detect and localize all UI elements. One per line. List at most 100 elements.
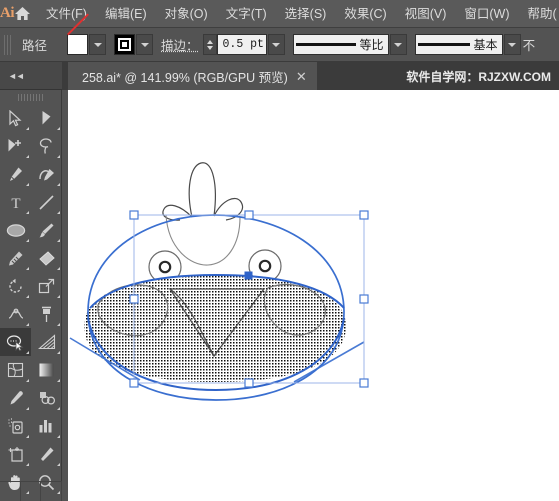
- symbol-sprayer-tool[interactable]: [0, 412, 31, 440]
- paintbrush-tool[interactable]: [31, 216, 62, 244]
- variable-width-dropdown-button[interactable]: [389, 34, 407, 55]
- menu-effect[interactable]: 效果(C): [335, 0, 395, 28]
- tool-flyout-indicator: [26, 239, 29, 242]
- selected-object-type: 路径: [22, 39, 48, 53]
- svg-text:T: T: [11, 196, 20, 211]
- line-segment-tool[interactable]: [31, 188, 62, 216]
- shape-builder-tool[interactable]: [0, 328, 31, 356]
- control-bar-grip[interactable]: [3, 34, 12, 55]
- direct-selection-tool[interactable]: [31, 104, 62, 132]
- document-tab-bar: ◄◄ 258.ai* @ 141.99% (RGB/GPU 预览) ✕ 软件自学…: [0, 62, 559, 90]
- pen-tool[interactable]: [0, 160, 31, 188]
- stroke-dropdown-button[interactable]: [136, 34, 154, 55]
- perspective-grid-tool[interactable]: [31, 328, 62, 356]
- tool-flyout-indicator: [57, 183, 60, 186]
- menu-view[interactable]: 视图(V): [396, 0, 456, 28]
- shaper-tool[interactable]: [0, 244, 31, 272]
- tool-flyout-indicator: [26, 267, 29, 270]
- variable-width-profile-select[interactable]: 等比: [292, 34, 389, 55]
- handle-middle-left[interactable]: [129, 294, 139, 304]
- handle-bottom-right[interactable]: [359, 378, 369, 388]
- menu-help[interactable]: 帮助(: [519, 0, 559, 28]
- column-graph-tool[interactable]: [31, 412, 62, 440]
- artwork-vector: [69, 162, 369, 401]
- ellipse-tool[interactable]: [0, 216, 31, 244]
- chevron-down-icon: [93, 42, 102, 47]
- menu-object[interactable]: 对象(O): [156, 0, 217, 28]
- left-pupil: [158, 260, 172, 274]
- menu-type[interactable]: 文字(T): [217, 0, 276, 28]
- tool-flyout-indicator: [57, 267, 60, 270]
- stroke-color-swatch[interactable]: [114, 34, 136, 55]
- double-chevron-left-icon: ◄◄: [8, 70, 25, 81]
- tools-panel: T: [0, 90, 63, 501]
- stepper-down-icon: [206, 45, 213, 50]
- scale-tool[interactable]: [31, 272, 62, 300]
- mesh-tool[interactable]: [0, 356, 31, 384]
- curvature-tool[interactable]: [31, 160, 62, 188]
- handle-bottom-center[interactable]: [244, 378, 254, 388]
- color-button[interactable]: [0, 482, 21, 501]
- tool-flyout-indicator: [26, 183, 29, 186]
- artboard-canvas[interactable]: [68, 90, 559, 501]
- anchor-point-selected[interactable]: [244, 271, 253, 280]
- gradient-button[interactable]: [21, 482, 42, 501]
- menu-edit[interactable]: 编辑(E): [96, 0, 156, 28]
- right-pupil: [258, 259, 272, 273]
- tool-flyout-indicator: [57, 211, 60, 214]
- stroke-weight-input[interactable]: 0.5 pt: [216, 34, 267, 55]
- tool-flyout-indicator: [26, 407, 29, 410]
- fill-dropdown-button[interactable]: [89, 34, 107, 55]
- close-icon[interactable]: ✕: [296, 70, 307, 83]
- toolbar-collapse-button[interactable]: ◄◄: [0, 62, 62, 90]
- menu-select[interactable]: 选择(S): [276, 0, 336, 28]
- handle-top-right[interactable]: [359, 210, 369, 220]
- chevron-down-icon: [272, 42, 281, 47]
- brush-dropdown-button[interactable]: [503, 34, 521, 55]
- brush-preview-icon: [417, 43, 470, 46]
- variable-width-profile-label: 等比: [359, 38, 384, 52]
- top-tuft-leaf: [188, 162, 216, 218]
- menu-window[interactable]: 窗口(W): [455, 0, 518, 28]
- lasso-tool[interactable]: [31, 132, 62, 160]
- chevron-down-icon: [508, 42, 517, 47]
- document-tab-title: 258.ai* @ 141.99% (RGB/GPU 预览): [82, 70, 288, 85]
- color-mode-buttons: [0, 481, 63, 501]
- chevron-down-icon: [394, 42, 403, 47]
- tool-flyout-indicator: [26, 295, 29, 298]
- handle-middle-right[interactable]: [359, 294, 369, 304]
- tool-flyout-indicator: [57, 127, 60, 130]
- magic-wand-tool[interactable]: [0, 132, 31, 160]
- handle-top-left[interactable]: [129, 210, 139, 220]
- control-bar: 路径 描边： 0.5 pt 等比 基本 不: [0, 28, 559, 62]
- handle-top-center[interactable]: [244, 210, 254, 220]
- tool-flyout-indicator: [26, 351, 29, 354]
- brush-definition-select[interactable]: 基本: [414, 34, 503, 55]
- tool-flyout-indicator: [57, 155, 60, 158]
- tool-flyout-indicator: [26, 211, 29, 214]
- stroke-weight-dropdown-button[interactable]: [267, 34, 285, 55]
- free-transform-tool[interactable]: [31, 300, 62, 328]
- control-bar-overflow-label: 不: [522, 39, 536, 53]
- none-button[interactable]: [41, 482, 63, 501]
- document-tab[interactable]: 258.ai* @ 141.99% (RGB/GPU 预览) ✕: [68, 62, 318, 90]
- eraser-tool[interactable]: [31, 244, 62, 272]
- slice-tool[interactable]: [31, 440, 62, 468]
- tool-flyout-indicator: [57, 407, 60, 410]
- tools-grid: T: [0, 104, 62, 496]
- eyedropper-tool[interactable]: [0, 384, 31, 412]
- width-tool[interactable]: [0, 300, 31, 328]
- home-icon[interactable]: [14, 0, 31, 28]
- stroke-weight-stepper[interactable]: [202, 34, 217, 55]
- fill-color-swatch[interactable]: [67, 34, 89, 55]
- rotate-tool[interactable]: [0, 272, 31, 300]
- handle-bottom-left[interactable]: [129, 378, 139, 388]
- blend-tool[interactable]: [31, 384, 62, 412]
- selection-tool[interactable]: [0, 104, 31, 132]
- gradient-tool[interactable]: [31, 356, 62, 384]
- type-tool[interactable]: T: [0, 188, 31, 216]
- tuft-bowl: [165, 214, 241, 266]
- tool-flyout-indicator: [57, 463, 60, 466]
- artboard-tool[interactable]: [0, 440, 31, 468]
- tools-panel-grip[interactable]: [0, 90, 61, 104]
